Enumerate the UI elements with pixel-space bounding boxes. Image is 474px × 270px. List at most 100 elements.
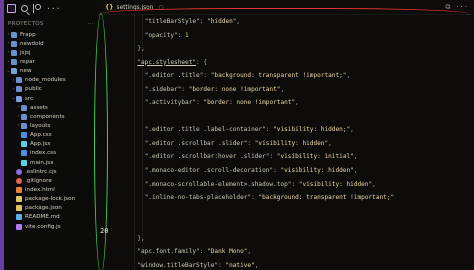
tree-item[interactable]: vite.config.js — [4, 222, 98, 231]
tree-item-label: App.css — [30, 132, 52, 139]
tree-item[interactable]: package-lock.json — [4, 195, 98, 204]
tree-item-label: index.html — [25, 186, 55, 193]
tree-item-label: public — [25, 86, 42, 93]
tree-item[interactable]: main.jsx — [4, 158, 98, 167]
tree-item-label: repar — [20, 58, 35, 65]
tree-item-label: main.jsx — [30, 159, 54, 166]
files-icon[interactable] — [7, 4, 16, 13]
tree-item-label: src — [25, 95, 34, 102]
code-line[interactable]: ".monaco-editor .scroll-decoration": "vi… — [130, 164, 394, 178]
folder-icon — [21, 113, 27, 120]
line-number: 20 — [100, 227, 109, 235]
code-line[interactable]: ".editor .scrollbar .slider": "visibilit… — [130, 137, 394, 151]
tree-item[interactable]: .gitignore — [4, 176, 98, 185]
code-line[interactable]: "window.titleBarStyle": "native", — [130, 259, 394, 270]
code-line[interactable]: "titleBarStyle": "hidden", — [130, 15, 394, 29]
tree-item[interactable]: ⌄ new — [4, 67, 98, 76]
tree-item[interactable]: › components — [4, 112, 98, 121]
tree-item[interactable]: ⌄ repar — [4, 57, 98, 66]
tree-item[interactable]: › newdold — [4, 39, 98, 48]
tree-item-label: layouts — [30, 122, 51, 129]
folder-icon — [11, 40, 17, 47]
code-line[interactable]: ".activitybar": "border: none !important… — [130, 96, 394, 110]
code-line[interactable] — [130, 218, 394, 232]
tree-item-label: README.md — [25, 214, 60, 221]
tree-item-label: jsjsj — [20, 49, 31, 56]
code-line[interactable]: ".editor .scrollbar:hover .slider": "vis… — [130, 150, 394, 164]
tree-item[interactable]: › jsjsj — [4, 48, 98, 57]
tree-item-label: newdold — [20, 40, 44, 47]
code-line[interactable]: "apc.stylesheet": { — [130, 56, 394, 70]
html-icon — [16, 186, 22, 193]
folder-icon — [21, 104, 27, 111]
file-tree: › Frapp › newdold › jsjsj ⌄ repar ⌄ new › node_modu… — [4, 30, 98, 231]
json-icon — [16, 205, 22, 212]
tree-item-label: Frapp — [20, 31, 36, 38]
tree-item-label: .gitignore — [25, 177, 52, 184]
tree-item-label: components — [30, 113, 65, 120]
folder-icon — [11, 58, 17, 65]
folder-icon — [11, 49, 17, 56]
code-line[interactable]: "opacity": 1 — [130, 29, 394, 43]
code-line[interactable]: ".monaco-scrollable-element>.shadow.top"… — [130, 178, 394, 192]
folder-icon — [16, 77, 22, 84]
code-line[interactable]: }, — [130, 232, 394, 246]
code-line[interactable]: ".inline-no-tabs-placeholder": "backgrou… — [130, 191, 395, 205]
folder-icon — [16, 86, 22, 93]
tree-item[interactable]: index.html — [4, 185, 98, 194]
explorer-sidebar: ··· PROYECTOS ··· › Frapp › newdold › jsjsj ⌄ r… — [4, 0, 98, 270]
eslint-icon — [16, 168, 22, 175]
jsx-icon — [21, 159, 27, 166]
tree-item-label: package.json — [25, 205, 62, 212]
code-line[interactable] — [130, 110, 394, 124]
tree-item-label: node_modules — [25, 77, 66, 84]
tree-item[interactable]: › public — [4, 85, 98, 94]
tree-item-label: assets — [30, 104, 48, 111]
sidebar-toolbar: ··· — [4, 0, 98, 17]
tree-item[interactable]: › layouts — [4, 121, 98, 130]
tree-item[interactable]: package.json — [4, 204, 98, 213]
css-icon — [21, 150, 27, 157]
json-file-icon: {} — [105, 4, 114, 11]
explorer-header: PROYECTOS ··· — [4, 17, 98, 30]
tree-item-label: package-lock.json — [25, 196, 76, 203]
code-line[interactable] — [130, 205, 394, 219]
css-icon — [21, 132, 27, 139]
source-control-icon[interactable] — [33, 4, 41, 13]
code-line[interactable]: ".sidebar": "border: none !important", — [130, 83, 394, 97]
tree-item[interactable]: › assets — [4, 103, 98, 112]
vite-icon — [16, 223, 22, 230]
git-icon — [16, 177, 22, 184]
explorer-title: PROYECTOS — [8, 21, 44, 27]
editor-gutter: 20 — [94, 13, 124, 270]
tree-item[interactable]: › node_modules — [4, 76, 98, 85]
explorer-actions[interactable]: ··· — [88, 21, 94, 27]
tree-item-label: .eslintrc.cjs — [25, 168, 57, 175]
code-line[interactable]: }, — [130, 42, 394, 56]
tree-item-label: new — [20, 68, 32, 75]
code-line[interactable]: ".editor .title .label-container": "visi… — [130, 123, 394, 137]
search-icon[interactable] — [21, 5, 28, 12]
tree-item-label: vite.config.js — [25, 223, 61, 230]
folder-open-icon — [11, 68, 17, 75]
tree-item[interactable]: index.css — [4, 149, 98, 158]
tree-item[interactable]: ⌄ src — [4, 94, 98, 103]
code-line[interactable]: "apc.font.family": "Dank Mono", — [130, 245, 394, 259]
tree-item[interactable]: › Frapp — [4, 30, 98, 39]
more-icon[interactable]: ··· — [46, 4, 60, 13]
tree-item[interactable]: .eslintrc.cjs — [4, 167, 98, 176]
json-icon — [16, 196, 22, 203]
tree-item-label: index.css — [30, 150, 56, 157]
jsx-icon — [21, 141, 27, 148]
md-icon — [16, 214, 22, 221]
code-editor[interactable]: 20 "titleBarStyle": "hidden", "opacity":… — [94, 13, 474, 270]
folder-icon — [11, 31, 17, 38]
tree-item[interactable]: App.css — [4, 131, 98, 140]
code-content[interactable]: "titleBarStyle": "hidden", "opacity": 1 … — [130, 15, 394, 270]
folder-open-icon — [16, 95, 22, 102]
tree-item[interactable]: App.jsx — [4, 140, 98, 149]
folder-icon — [21, 122, 27, 129]
tree-item[interactable]: README.md — [4, 213, 98, 222]
code-line[interactable]: ".editor .title": "background: transpare… — [130, 69, 394, 83]
tree-item-label: App.jsx — [30, 141, 51, 148]
